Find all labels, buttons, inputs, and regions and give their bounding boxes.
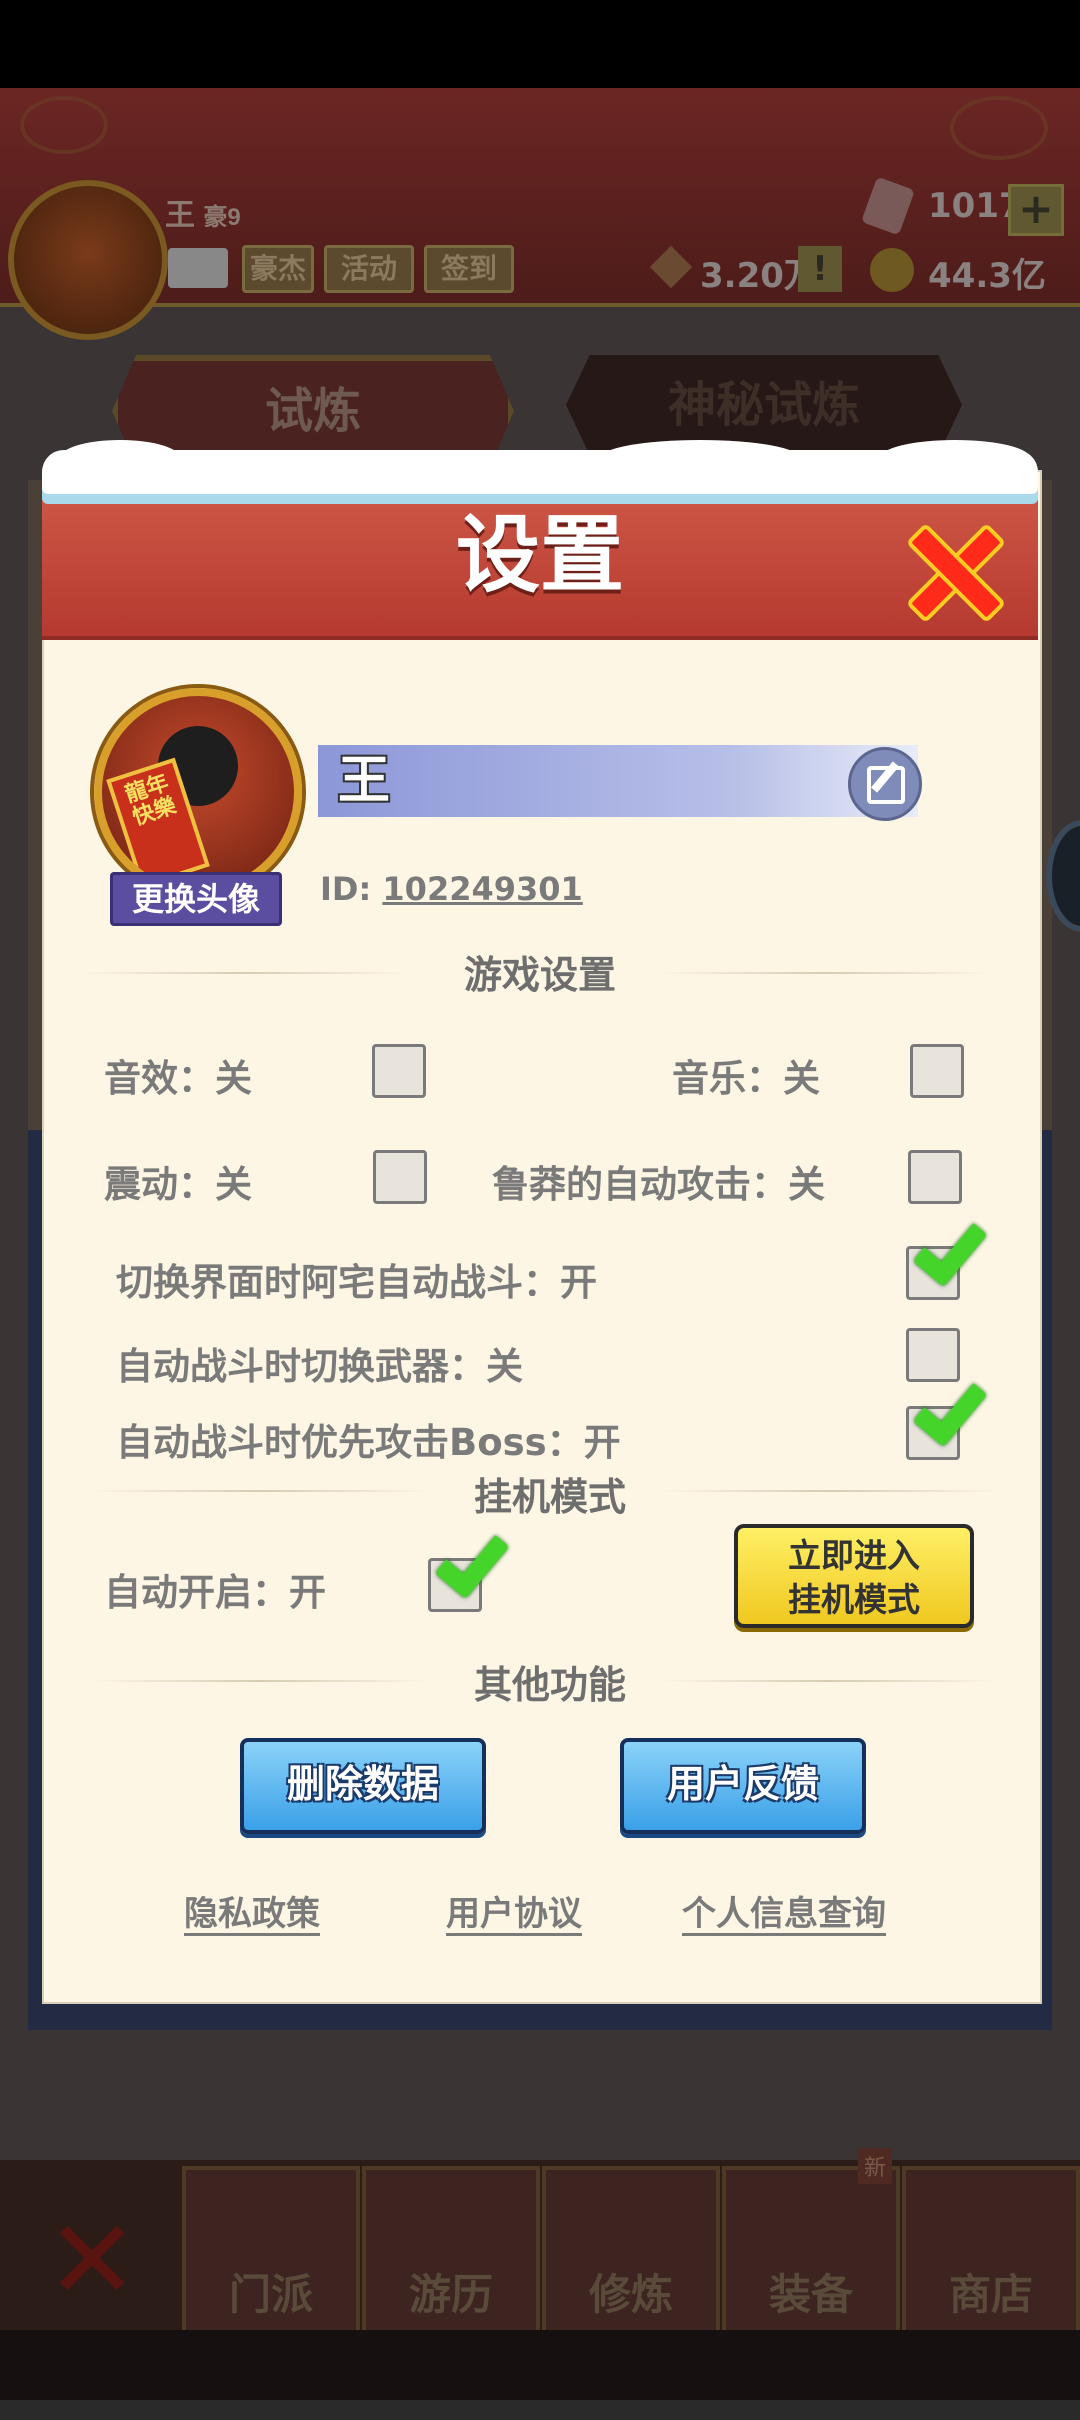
new-badge: 新 — [858, 2148, 893, 2184]
tag-hero-button[interactable]: 豪杰 — [242, 245, 314, 293]
divider — [90, 1680, 430, 1682]
alert-button[interactable]: ! — [798, 246, 842, 292]
divider — [660, 972, 990, 974]
cloud-decoration-icon — [950, 96, 1048, 160]
music-checkbox[interactable] — [910, 1044, 964, 1098]
tag-activity-button[interactable]: 活动 — [324, 245, 414, 293]
tab-mystery-trial[interactable]: 神秘试炼 — [566, 355, 962, 455]
change-avatar-button[interactable]: 更换头像 — [110, 872, 282, 926]
section-game-settings: 游戏设置 — [463, 953, 616, 997]
section-idle-mode: 挂机模式 — [473, 1475, 626, 1519]
auto-idle-label: 自动开启：开 — [104, 1571, 326, 1614]
add-gems-button[interactable]: + — [1008, 184, 1064, 236]
sound-effects-label: 音效：关 — [104, 1057, 252, 1100]
sound-effects-checkbox[interactable] — [372, 1044, 426, 1098]
profile-avatar[interactable]: 龍年快樂 — [94, 688, 302, 896]
delete-data-button[interactable]: 删除数据 — [240, 1738, 486, 1834]
user-agreement-link[interactable]: 用户协议 — [446, 1886, 582, 1935]
vip-level: 豪9 — [203, 204, 241, 231]
player-id: ID: 102249301 — [320, 870, 583, 908]
player-name: 王 — [338, 751, 391, 811]
bottom-strip — [0, 2330, 1080, 2400]
privacy-policy-link[interactable]: 隐私政策 — [184, 1886, 320, 1935]
nav-equipment[interactable]: 装备 — [722, 2166, 900, 2338]
close-icon[interactable] — [904, 522, 998, 616]
nav-close-icon[interactable]: ✕ — [46, 2205, 138, 2315]
enter-idle-line1: 立即进入 — [788, 1536, 920, 1575]
boss-priority-label: 自动战斗时优先攻击Boss：开 — [116, 1421, 621, 1464]
user-feedback-button[interactable]: 用户反馈 — [620, 1738, 866, 1834]
dialog-title: 设置 — [455, 506, 624, 604]
gold-value: 44.3亿 — [928, 256, 1046, 296]
divider — [660, 1680, 1000, 1682]
reckless-attack-checkbox[interactable] — [908, 1150, 962, 1204]
divider — [660, 1490, 1000, 1492]
divider — [90, 1490, 430, 1492]
mail-icon[interactable] — [168, 248, 228, 288]
enter-idle-line2: 挂机模式 — [788, 1580, 920, 1619]
tag-signin-button[interactable]: 签到 — [424, 245, 514, 293]
nav-shop[interactable]: 商店 — [902, 2166, 1080, 2338]
reckless-attack-label: 鲁莽的自动攻击：关 — [492, 1163, 825, 1206]
snow-decoration — [600, 440, 800, 476]
vibration-label: 震动：关 — [104, 1163, 252, 1206]
section-other-functions: 其他功能 — [473, 1663, 626, 1707]
snow-decoration — [880, 440, 1030, 476]
switch-auto-battle-label: 切换界面时阿宅自动战斗：开 — [116, 1261, 597, 1304]
player-name-top: 王 豪9 — [165, 199, 241, 232]
snow-decoration — [60, 440, 180, 476]
enter-idle-mode-button[interactable]: 立即进入 挂机模式 — [734, 1524, 974, 1628]
name-field — [318, 745, 918, 817]
player-id-value: 102249301 — [382, 870, 583, 908]
status-bar — [0, 0, 1080, 88]
nav-cultivate[interactable]: 修炼 — [542, 2166, 720, 2338]
music-label: 音乐：关 — [672, 1057, 820, 1100]
vibration-checkbox[interactable] — [373, 1150, 427, 1204]
personal-info-query-link[interactable]: 个人信息查询 — [682, 1886, 886, 1935]
nav-sect[interactable]: 门派 — [182, 2166, 360, 2338]
divider — [80, 972, 410, 974]
switch-weapon-label: 自动战斗时切换武器：关 — [116, 1345, 523, 1388]
player-avatar[interactable] — [8, 180, 168, 340]
coin-icon — [870, 248, 914, 292]
cloud-decoration-icon — [20, 96, 108, 154]
edit-name-icon[interactable] — [848, 747, 922, 821]
nav-travel[interactable]: 游历 — [362, 2166, 540, 2338]
